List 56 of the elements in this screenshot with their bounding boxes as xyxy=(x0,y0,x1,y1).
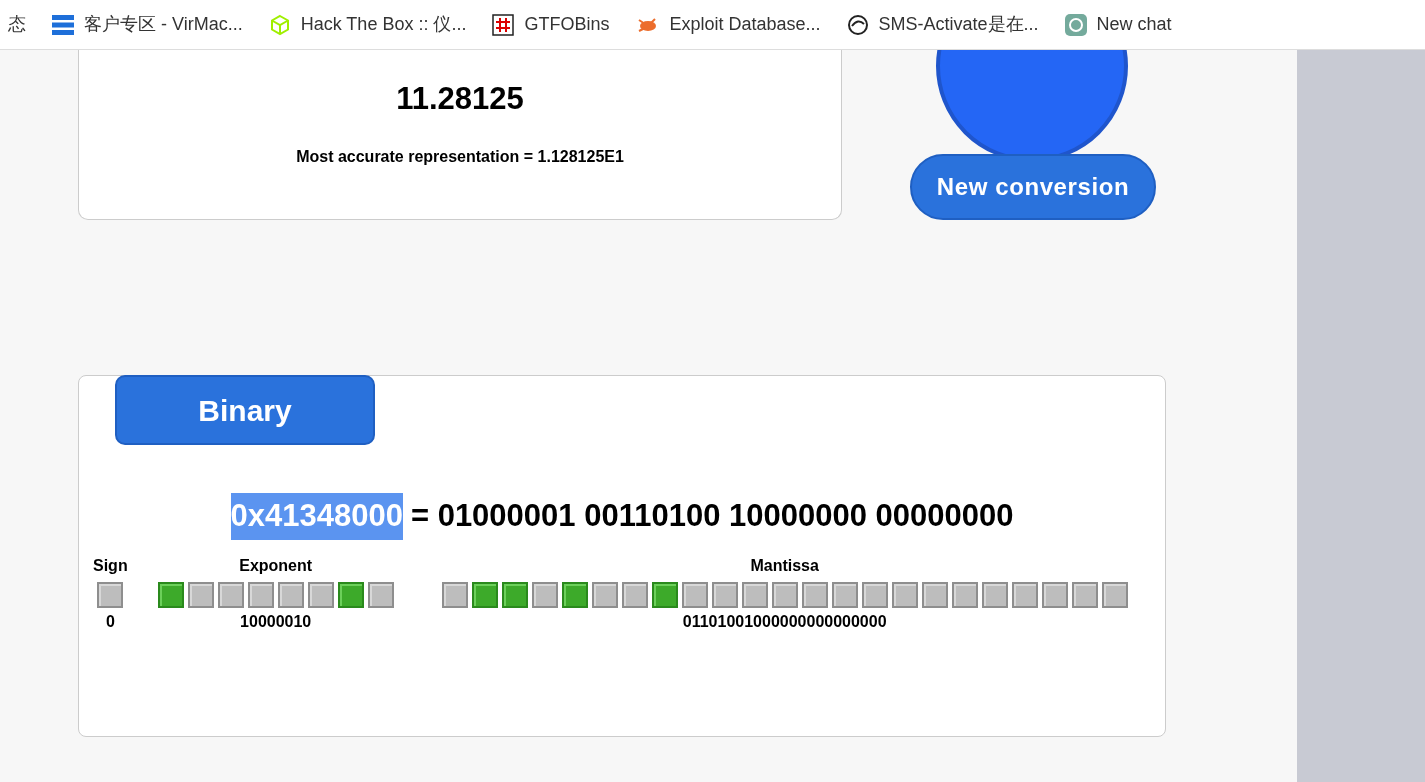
bit-square[interactable] xyxy=(741,581,768,608)
bit-square[interactable] xyxy=(621,581,648,608)
bit-square[interactable] xyxy=(891,581,918,608)
bookmark-link[interactable]: New chat xyxy=(1096,11,1172,38)
binary-value: = 01000001 00110100 10000000 00000000 xyxy=(410,497,1014,535)
hex-value: 0x41348000 xyxy=(230,493,403,540)
bit-square[interactable] xyxy=(501,581,528,608)
bit-square[interactable] xyxy=(861,581,888,608)
bit-square[interactable] xyxy=(247,581,274,608)
bit-square[interactable] xyxy=(1101,581,1128,608)
bit-square[interactable] xyxy=(367,581,394,608)
bit-square[interactable] xyxy=(97,581,124,608)
bit-square[interactable] xyxy=(217,581,244,608)
group-bits-text: 10000010 xyxy=(240,611,312,632)
group-bits-text: 0 xyxy=(105,611,115,632)
representation-text: Most accurate representation = 1.128125E1 xyxy=(296,146,624,167)
bit-square[interactable] xyxy=(681,581,708,608)
bookmark-link[interactable]: GTFOBins xyxy=(524,11,610,38)
group-title: Mantissa xyxy=(750,555,819,576)
bit-square[interactable] xyxy=(277,581,304,608)
bookmark-link[interactable]: SMS-Activate是在... xyxy=(878,11,1039,38)
group-title: Sign xyxy=(93,555,128,576)
binary-tab[interactable]: Binary xyxy=(115,375,375,445)
bit-square[interactable] xyxy=(307,581,334,608)
bit-square[interactable] xyxy=(831,581,858,608)
bit-square[interactable] xyxy=(801,581,828,608)
bit-square[interactable] xyxy=(337,581,364,608)
bit-square[interactable] xyxy=(531,581,558,608)
globe-icon xyxy=(846,13,869,36)
bookmark-link[interactable]: 态 xyxy=(8,11,26,38)
group-title: Exponent xyxy=(239,555,313,576)
bit-square[interactable] xyxy=(187,581,214,608)
bit-square[interactable] xyxy=(1041,581,1068,608)
bit-square[interactable] xyxy=(591,581,618,608)
bit-square[interactable] xyxy=(981,581,1008,608)
bit-square[interactable] xyxy=(441,581,468,608)
chat-logo-icon xyxy=(1064,13,1087,36)
hash-icon xyxy=(492,13,515,36)
group-bits-text: 01101001000000000000000 xyxy=(682,611,887,632)
bit-square[interactable] xyxy=(951,581,978,608)
bit-square[interactable] xyxy=(1011,581,1038,608)
bit-square[interactable] xyxy=(711,581,738,608)
bit-square[interactable] xyxy=(561,581,588,608)
bookmark-link[interactable]: Exploit Database... xyxy=(669,11,821,38)
bit-square[interactable] xyxy=(471,581,498,608)
bit-square[interactable] xyxy=(651,581,678,608)
bit-square[interactable] xyxy=(157,581,184,608)
new-conversion-button[interactable]: New conversion xyxy=(910,154,1156,220)
bit-square[interactable] xyxy=(1071,581,1098,608)
bit-square[interactable] xyxy=(771,581,798,608)
result-value: 11.28125 xyxy=(396,80,524,118)
bit-square[interactable] xyxy=(921,581,948,608)
server-icon xyxy=(52,13,74,36)
cube-icon xyxy=(268,13,291,36)
bookmark-link[interactable]: 客户专区 - VirMac... xyxy=(84,11,243,38)
bookmark-link[interactable]: Hack The Box :: 仪... xyxy=(300,11,467,38)
